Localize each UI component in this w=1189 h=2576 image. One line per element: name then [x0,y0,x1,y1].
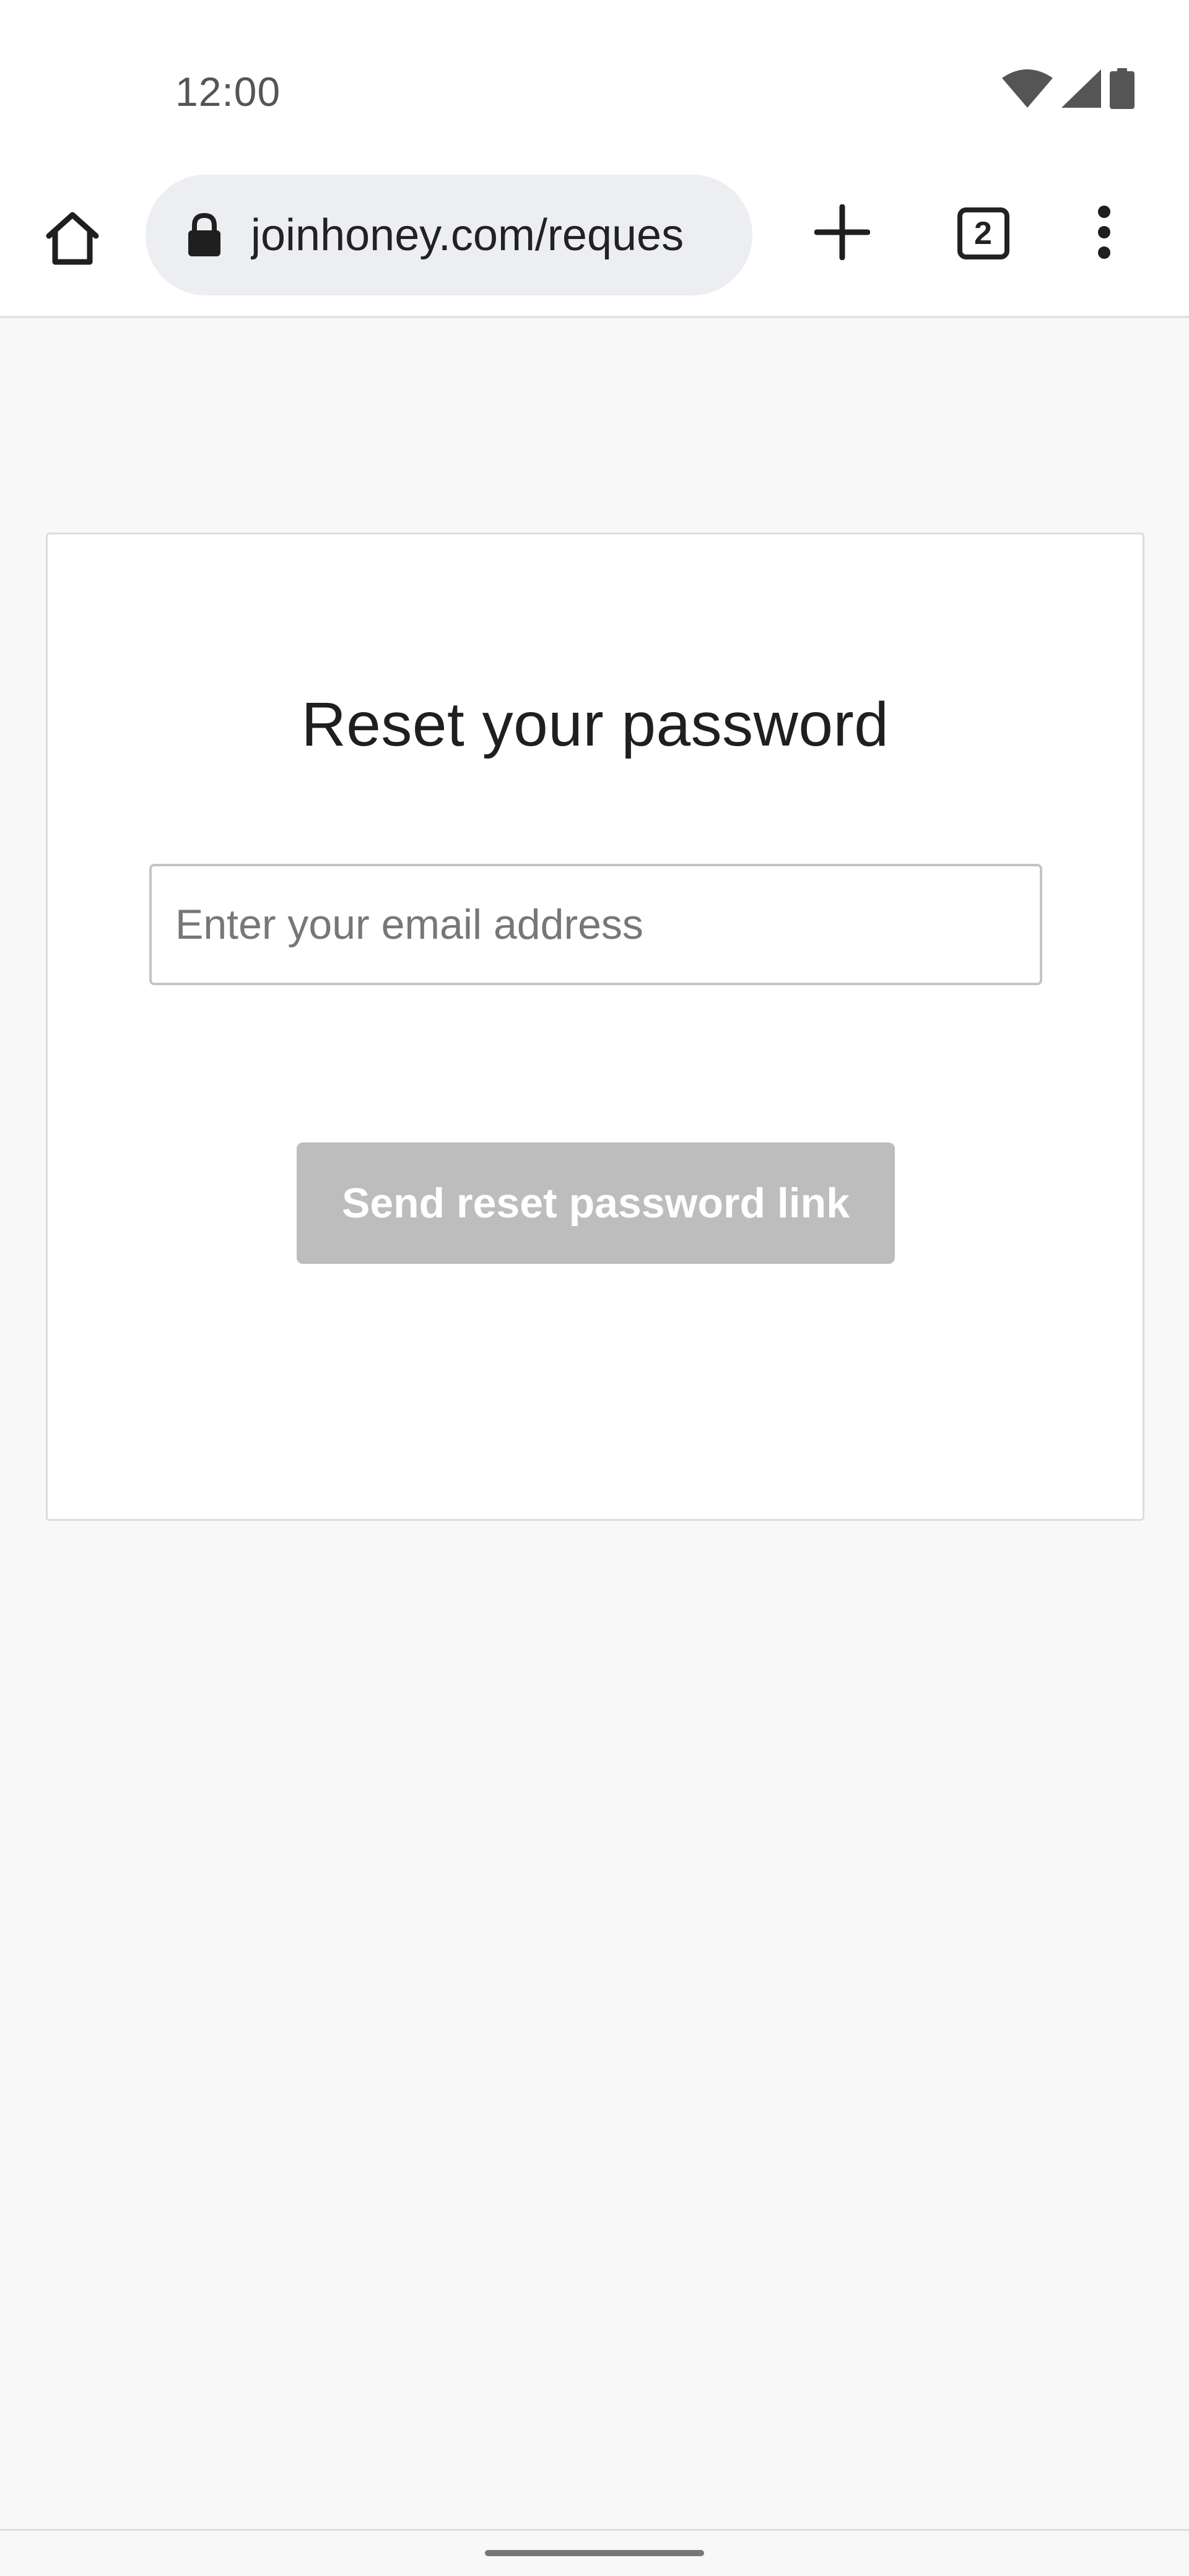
more-vert-icon [1095,204,1113,263]
lock-icon [183,211,226,260]
url-text: joinhoney.com/reques [251,210,684,260]
url-bar[interactable]: joinhoney.com/reques [146,175,752,295]
status-bar: 12:00 [0,0,1189,155]
reset-password-card: Reset your password Send reset password … [46,533,1144,1521]
browser-toolbar: joinhoney.com/reques 2 [0,155,1189,318]
tab-count: 2 [957,207,1009,259]
email-field[interactable] [149,864,1042,985]
home-button[interactable] [32,199,113,280]
new-tab-button[interactable] [802,193,882,274]
more-menu-button[interactable] [1065,193,1143,274]
page-title: Reset your password [301,690,889,759]
home-icon [43,209,102,271]
battery-icon [1110,68,1135,109]
status-time: 12:00 [175,69,281,115]
nav-bar-divider [0,2529,1189,2531]
wifi-icon [1002,69,1053,108]
status-icons [1002,67,1135,110]
signal-icon [1061,69,1101,108]
tab-switcher-button[interactable]: 2 [941,193,1025,274]
plus-icon [814,204,871,263]
send-reset-link-button[interactable]: Send reset password link [297,1142,895,1264]
gesture-nav-handle[interactable] [485,2550,704,2556]
